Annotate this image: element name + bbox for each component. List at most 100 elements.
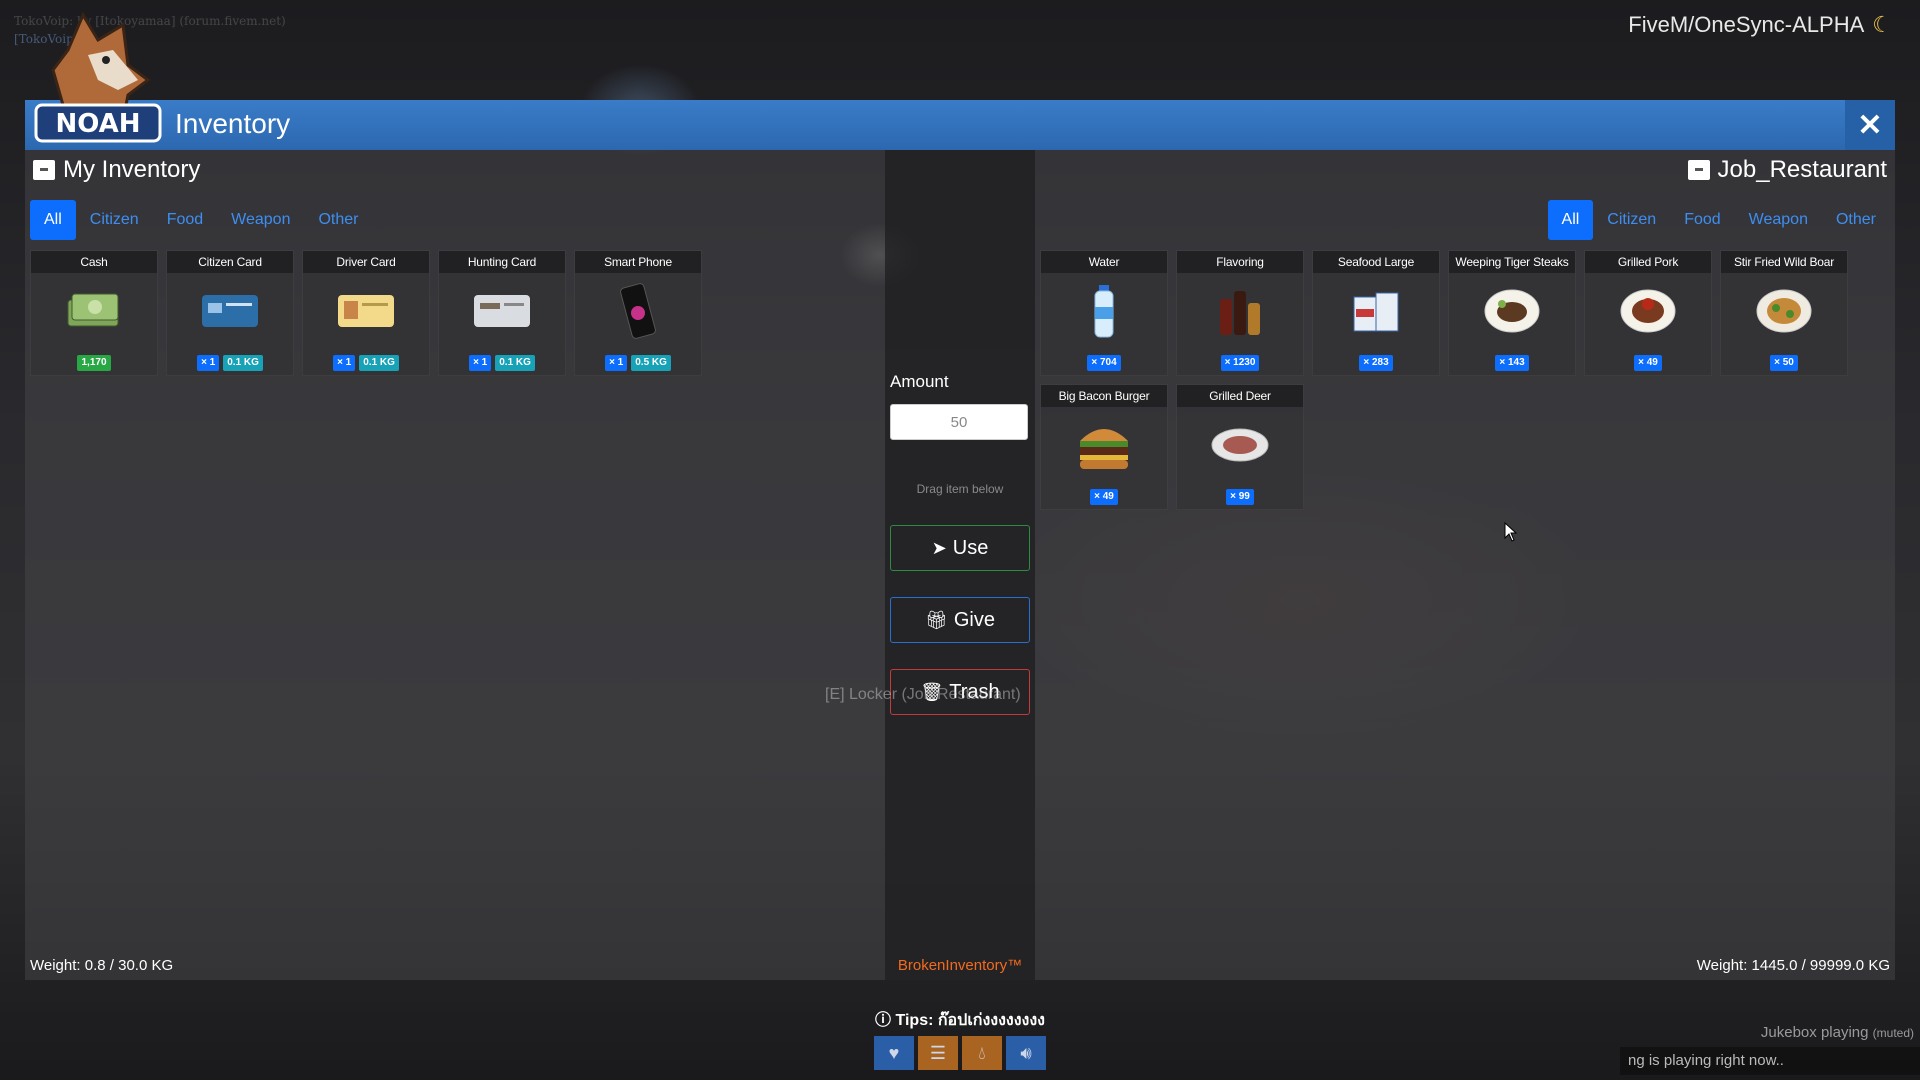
give-button[interactable]: 🎁︎ Give xyxy=(890,597,1030,643)
left-tab-citizen[interactable]: Citizen xyxy=(76,200,153,240)
item-name: Smart Phone xyxy=(575,251,701,273)
quantity-badge: × 1 xyxy=(605,355,628,371)
close-icon: ✕ xyxy=(1857,108,1883,142)
archive-icon xyxy=(33,160,55,180)
quantity-badge: × 99 xyxy=(1226,489,1254,505)
weight-badge: 0.1 KG xyxy=(359,355,399,371)
item-name: Grilled Deer xyxy=(1177,385,1303,407)
jukebox-muted: (muted) xyxy=(1872,1026,1914,1040)
item-badges: × 1 0.1 KG xyxy=(439,355,565,371)
storage-item[interactable]: Stir Fried Wild Boar × 50 xyxy=(1720,250,1848,376)
weight-badge: 0.1 KG xyxy=(495,355,535,371)
amount-input[interactable]: 50 xyxy=(890,404,1028,440)
jukebox-status: Jukebox playing (muted) xyxy=(1761,1024,1914,1041)
item-name: Weeping Tiger Steaks xyxy=(1449,251,1575,273)
weight-badge: 0.1 KG xyxy=(223,355,263,371)
locker-hint: [E] Locker (Job Restaurant) xyxy=(825,686,1021,703)
quantity-badge: × 1 xyxy=(469,355,492,371)
left-tab-weapon[interactable]: Weapon xyxy=(217,200,304,240)
quantity-badge: × 49 xyxy=(1634,355,1662,371)
use-button[interactable]: ➤ Use xyxy=(890,525,1030,571)
item-badges: × 49 xyxy=(1041,489,1167,505)
storage-item[interactable]: Seafood Large × 283 xyxy=(1312,250,1440,376)
close-button[interactable]: ✕ xyxy=(1845,100,1895,150)
info-icon: ⓘ xyxy=(875,1012,896,1029)
quantity-badge: × 704 xyxy=(1087,355,1121,371)
quantity-badge: × 283 xyxy=(1359,355,1393,371)
item-badges: × 99 xyxy=(1177,489,1303,505)
storage-title-text: Job_Restaurant xyxy=(1717,156,1887,183)
server-name: FiveM/OneSync-ALPHA ☾ xyxy=(1628,12,1892,38)
my-inventory-item[interactable]: Driver Card × 1 0.1 KG xyxy=(302,250,430,376)
storage-item[interactable]: Grilled Deer × 99 xyxy=(1176,384,1304,510)
right-tab-all[interactable]: All xyxy=(1547,200,1594,240)
pointer-icon: ➤ xyxy=(931,537,947,558)
quantity-badge: × 49 xyxy=(1090,489,1118,505)
left-tab-all[interactable]: All xyxy=(30,200,76,240)
item-name: Cash xyxy=(31,251,157,273)
my-inventory-item[interactable]: Hunting Card × 1 0.1 KG xyxy=(438,250,566,376)
grilled-pork-icon xyxy=(1618,283,1678,339)
item-badges: × 704 xyxy=(1041,355,1167,371)
brand-label: BrokenInventory™ xyxy=(897,957,1023,974)
driver-card-icon xyxy=(336,283,396,339)
item-badges: × 1230 xyxy=(1177,355,1303,371)
my-inventory-weight: Weight: 0.8 / 30.0 KG xyxy=(30,957,174,974)
left-tab-food[interactable]: Food xyxy=(153,200,217,240)
my-inventory-grid: Cash 1,170 Citizen Card × 1 0.1 KG Driver Car… xyxy=(30,250,730,376)
drag-hint: Drag item below xyxy=(916,482,1004,496)
right-tab-weapon[interactable]: Weapon xyxy=(1735,200,1822,240)
server-name-text: FiveM/OneSync-ALPHA xyxy=(1628,12,1865,37)
left-tab-other[interactable]: Other xyxy=(304,200,372,240)
item-badges: × 1 0.1 KG xyxy=(303,355,429,371)
item-name: Hunting Card xyxy=(439,251,565,273)
quantity-badge: × 50 xyxy=(1770,355,1798,371)
item-badges: × 50 xyxy=(1721,355,1847,371)
right-tab-other[interactable]: Other xyxy=(1822,200,1890,240)
right-tab-food[interactable]: Food xyxy=(1670,200,1734,240)
item-name: Grilled Pork xyxy=(1585,251,1711,273)
smart-phone-icon xyxy=(608,283,668,339)
storage-item[interactable]: Weeping Tiger Steaks × 143 xyxy=(1448,250,1576,376)
seafood-icon xyxy=(1346,283,1406,339)
storage-item[interactable]: Flavoring × 1230 xyxy=(1176,250,1304,376)
status-hud: ♥ ☰ 💧︎ 🔊︎ xyxy=(874,1036,1046,1070)
item-badges: 1,170 xyxy=(31,355,157,371)
my-inventory-item[interactable]: Citizen Card × 1 0.1 KG xyxy=(166,250,294,376)
storage-item[interactable]: Big Bacon Burger × 49 xyxy=(1040,384,1168,510)
left-tabs: All Citizen Food Weapon Other xyxy=(30,200,372,240)
use-label: Use xyxy=(952,536,989,559)
grilled-deer-icon xyxy=(1210,417,1270,473)
item-name: Driver Card xyxy=(303,251,429,273)
jukebox-label: Jukebox playing xyxy=(1760,1024,1869,1041)
now-playing: ng is playing right now.. xyxy=(1620,1047,1920,1075)
titlebar: Inventory ✕ xyxy=(25,100,1895,150)
weight-badge: 0.5 KG xyxy=(631,355,671,371)
storage-title: Job_Restaurant xyxy=(1687,156,1887,184)
storage-item[interactable]: Water × 704 xyxy=(1040,250,1168,376)
my-inventory-item[interactable]: Cash 1,170 xyxy=(30,250,158,376)
item-name: Stir Fried Wild Boar xyxy=(1721,251,1847,273)
storage-item[interactable]: Grilled Pork × 49 xyxy=(1584,250,1712,376)
water-bottle-icon xyxy=(1074,283,1134,339)
item-name: Flavoring xyxy=(1177,251,1303,273)
gift-icon: 🎁︎ xyxy=(925,609,948,630)
money-badge: 1,170 xyxy=(77,355,111,371)
right-tab-citizen[interactable]: Citizen xyxy=(1593,200,1670,240)
window-title: Inventory xyxy=(175,108,291,139)
hunger-icon: ☰ xyxy=(918,1036,958,1070)
mouse-cursor-icon xyxy=(1504,522,1518,542)
logo-text: NOAH xyxy=(55,109,140,139)
item-name: Water xyxy=(1041,251,1167,273)
steak-icon xyxy=(1482,283,1542,339)
my-inventory-item[interactable]: Smart Phone × 1 0.5 KG xyxy=(574,250,702,376)
hunting-card-icon xyxy=(472,283,532,339)
health-icon: ♥ xyxy=(874,1036,914,1070)
quantity-badge: × 1 xyxy=(333,355,356,371)
item-name: Seafood Large xyxy=(1313,251,1439,273)
voice-icon: 🔊︎ xyxy=(1006,1036,1046,1070)
right-tabs: All Citizen Food Weapon Other xyxy=(1547,200,1890,240)
quantity-badge: × 1 xyxy=(197,355,220,371)
item-badges: × 143 xyxy=(1449,355,1575,371)
amount-label: Amount xyxy=(890,372,949,391)
